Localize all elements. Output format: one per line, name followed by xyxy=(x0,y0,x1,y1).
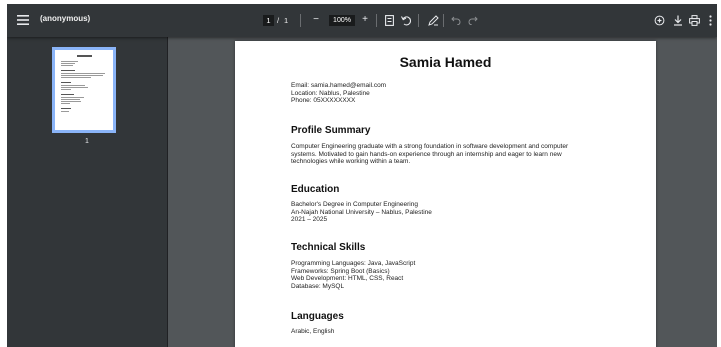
toolbar-divider xyxy=(418,14,419,27)
zoom-in-button[interactable]: + xyxy=(359,14,371,26)
thumbnail-line xyxy=(61,75,103,76)
thumbnail-line xyxy=(61,82,71,83)
thumbnail-line xyxy=(61,87,88,88)
section-heading-skills: Technical Skills xyxy=(291,242,366,253)
section-heading-languages: Languages xyxy=(291,311,344,322)
thumbnail-line xyxy=(61,108,71,109)
page-total: 1 xyxy=(284,16,289,25)
profile-line: technologies while working within a team… xyxy=(291,158,411,165)
thumbnail-line xyxy=(61,111,69,112)
pdf-page: Samia Hamed Email: samia.hamed@email.com… xyxy=(235,41,656,347)
thumbnail-line xyxy=(61,77,91,78)
contact-phone: Phone: 05XXXXXXXX xyxy=(291,97,356,104)
thumbnail-line xyxy=(61,63,75,64)
page-number-input[interactable]: 1 xyxy=(263,15,274,26)
education-years: 2021 – 2025 xyxy=(291,216,328,223)
page-separator: / xyxy=(277,16,280,25)
zoom-level-input[interactable]: 100% xyxy=(329,15,355,26)
contact-email: Email: samia.hamed@email.com xyxy=(291,82,387,89)
toolbar-divider xyxy=(376,14,377,27)
rotate-icon[interactable] xyxy=(400,14,412,26)
zoom-in-label: + xyxy=(362,14,368,25)
print-icon[interactable] xyxy=(688,14,700,26)
section-heading-education: Education xyxy=(291,184,340,195)
thumbnail-page-number: 1 xyxy=(85,138,89,145)
thumbnail-preview xyxy=(55,50,113,130)
page-thumbnail[interactable] xyxy=(52,47,116,133)
thumbnail-line xyxy=(61,94,74,95)
education-degree: Bachelor's Degree in Computer Engineerin… xyxy=(291,201,418,208)
menu-icon[interactable] xyxy=(15,13,31,27)
ai-assist-icon[interactable] xyxy=(653,14,665,26)
thumbnail-line xyxy=(61,85,85,86)
zoom-out-label: − xyxy=(313,14,319,25)
more-options-icon[interactable] xyxy=(706,14,714,26)
pdf-toolbar: (anonymous) 1 / 1 − 100% + xyxy=(7,4,717,37)
annotate-pen-icon[interactable] xyxy=(427,14,439,26)
thumbnail-line xyxy=(61,89,71,90)
zoom-out-button[interactable]: − xyxy=(310,14,322,26)
fit-to-page-icon[interactable] xyxy=(383,14,395,26)
thumbnail-sidebar: 1 xyxy=(7,37,167,347)
toolbar-divider xyxy=(443,14,444,27)
thumbnail-line xyxy=(61,97,84,98)
section-heading-profile: Profile Summary xyxy=(291,125,371,136)
resume-name: Samia Hamed xyxy=(399,54,492,70)
download-icon[interactable] xyxy=(672,14,684,26)
skill-item: Database: MySQL xyxy=(291,282,345,290)
thumbnail-line xyxy=(61,103,70,104)
pdf-viewer: (anonymous) 1 / 1 − 100% + 1 Samia Hamed… xyxy=(7,4,717,347)
education-university: An-Najah National University – Nablus, P… xyxy=(291,208,432,216)
thumbnail-line xyxy=(61,99,80,100)
contact-location: Location: Nablus, Palestine xyxy=(291,89,370,97)
thumbnail-line xyxy=(77,55,92,57)
thumbnail-line xyxy=(61,65,73,66)
profile-line: Computer Engineering graduate with a str… xyxy=(291,143,569,150)
skill-item: Programming Languages: Java, JavaScript xyxy=(291,260,416,267)
undo-icon[interactable] xyxy=(450,14,462,26)
languages-text: Arabic, English xyxy=(291,328,335,335)
thumbnail-line xyxy=(61,101,81,102)
redo-icon[interactable] xyxy=(467,14,479,26)
skill-item: Frameworks: Spring Boot (Basics) xyxy=(291,267,390,275)
skill-item: Web Development: HTML, CSS, React xyxy=(291,275,404,282)
thumbnail-line xyxy=(61,70,75,71)
profile-line: systems. Motivated to gain hands-on expe… xyxy=(291,150,562,158)
toolbar-divider xyxy=(300,14,301,27)
document-viewer[interactable]: Samia Hamed Email: samia.hamed@email.com… xyxy=(168,37,717,347)
thumbnail-line xyxy=(61,73,105,74)
thumbnail-line xyxy=(61,61,78,62)
document-title: (anonymous) xyxy=(40,14,91,23)
